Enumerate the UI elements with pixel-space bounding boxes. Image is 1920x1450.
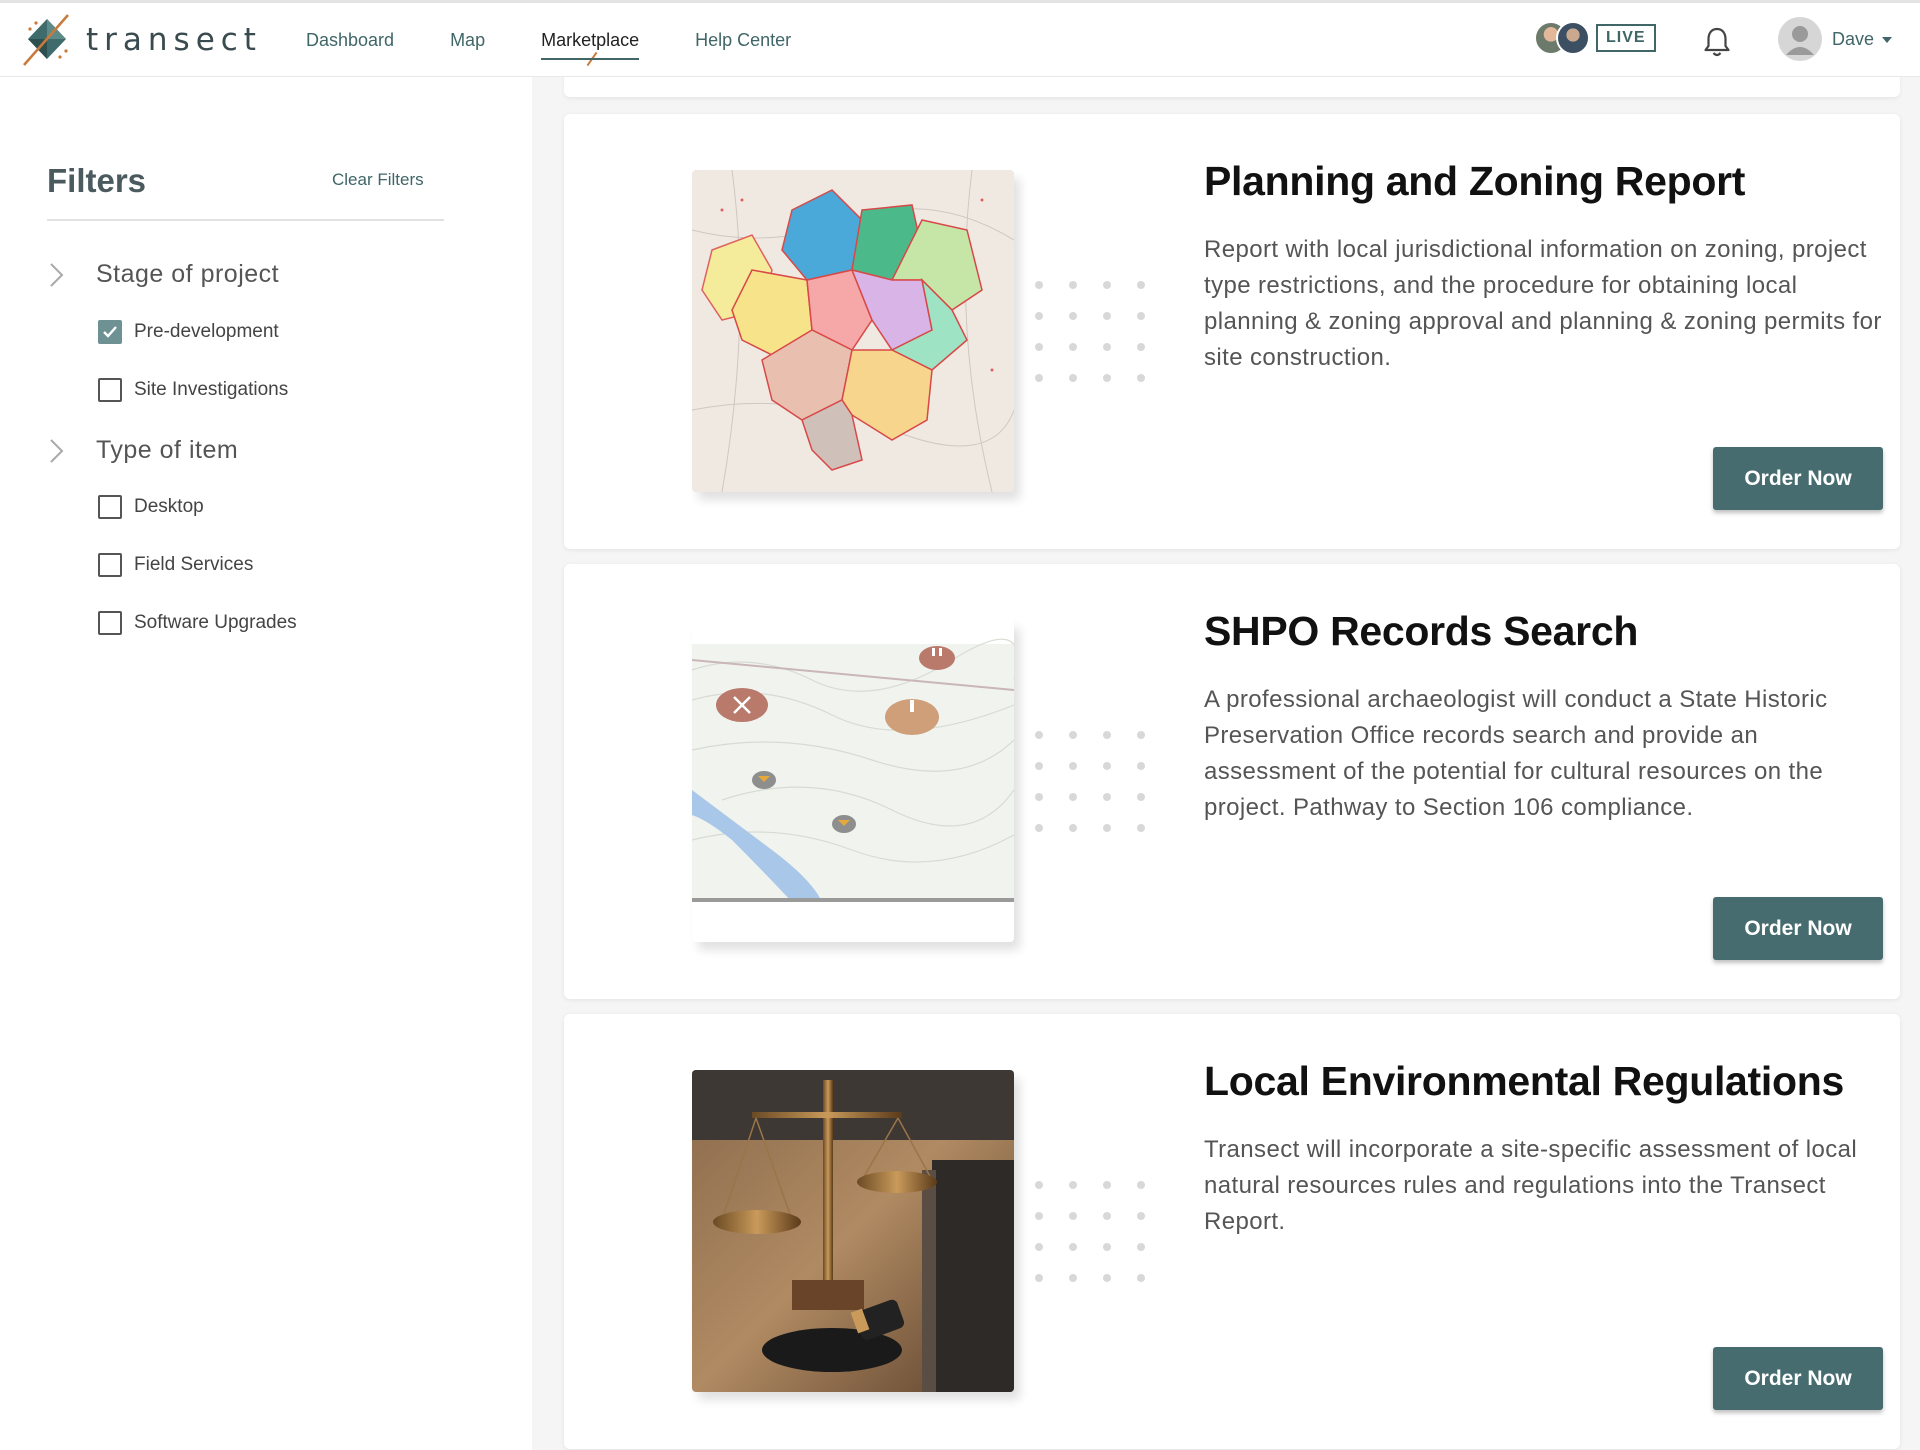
filter-group-label: Type of item	[96, 436, 239, 464]
order-now-button[interactable]: Order Now	[1713, 897, 1883, 960]
decorative-dots	[1035, 1181, 1145, 1282]
product-image-zoning-map	[692, 170, 1014, 492]
scales-of-justice-photo	[692, 1070, 1014, 1392]
filter-group-label: Stage of project	[96, 260, 280, 288]
product-title: SHPO Records Search	[1204, 608, 1639, 654]
filter-group-type-of-item[interactable]: Type of item	[47, 436, 238, 465]
filter-option-pre-development[interactable]: Pre-development	[98, 320, 279, 344]
product-description: Transect will incorporate a site-specifi…	[1204, 1136, 1858, 1235]
filter-option-label: Software Upgrades	[134, 612, 297, 633]
chevron-right-icon	[50, 438, 64, 463]
nav-help-center-label: Help Center	[695, 29, 792, 50]
nav-map-label: Map	[450, 29, 486, 50]
zoning-map-image	[692, 170, 1014, 492]
product-description: Report with local jurisdictional informa…	[1204, 236, 1882, 371]
order-now-button[interactable]: Order Now	[1713, 1347, 1883, 1410]
checkbox-checked[interactable]	[98, 320, 122, 344]
logo-text: transect	[86, 22, 262, 58]
filter-option-desktop[interactable]: Desktop	[98, 495, 204, 519]
product-title: Local Environmental Regulations	[1204, 1058, 1844, 1104]
nav-dashboard[interactable]: Dashboard	[306, 3, 394, 77]
nav-marketplace[interactable]: Marketplace	[541, 3, 640, 77]
logo[interactable]: transect	[20, 13, 262, 67]
product-card: SHPO Records Search A professional archa…	[564, 564, 1900, 999]
bell-icon[interactable]	[1702, 26, 1732, 58]
product-list: Planning and Zoning Report Report with l…	[532, 69, 1920, 1450]
filters-sidebar: Filters Clear Filters Stage of project P…	[0, 77, 532, 1450]
chevron-down-icon	[1882, 37, 1893, 43]
nav-dashboard-label: Dashboard	[306, 29, 395, 50]
user-avatar	[1778, 17, 1822, 61]
user-name: Dave	[1832, 28, 1875, 49]
logo-icon	[23, 14, 69, 66]
filter-option-label: Field Services	[134, 554, 254, 575]
product-image-scales-of-justice	[692, 1070, 1014, 1392]
product-title: Planning and Zoning Report	[1204, 158, 1746, 204]
nav-help-center[interactable]: Help Center	[695, 3, 791, 77]
chevron-right-icon	[50, 262, 64, 287]
product-card: Planning and Zoning Report Report with l…	[564, 114, 1900, 549]
filter-option-label: Pre-development	[134, 321, 279, 342]
filter-option-label: Site Investigations	[134, 379, 289, 400]
product-description: A professional archaeologist will conduc…	[1204, 686, 1828, 821]
topographic-map-image	[692, 620, 1014, 942]
nav-marketplace-label: Marketplace	[541, 29, 640, 50]
order-now-button[interactable]: Order Now	[1713, 447, 1883, 510]
decorative-dots	[1035, 731, 1145, 832]
checkbox[interactable]	[98, 611, 122, 635]
collaborator-avatar[interactable]	[1556, 21, 1590, 55]
filter-option-field-services[interactable]: Field Services	[98, 553, 253, 577]
live-collaborators[interactable]: LIVE	[1534, 21, 1656, 55]
filter-group-stage-of-project[interactable]: Stage of project	[47, 260, 279, 289]
filter-option-software-upgrades[interactable]: Software Upgrades	[98, 611, 297, 635]
user-menu[interactable]: Dave	[1778, 17, 1893, 61]
checkbox[interactable]	[98, 553, 122, 577]
checkmark-icon	[103, 326, 117, 338]
top-navbar: transect Dashboard Map Marketplace Help …	[0, 0, 1920, 77]
checkbox[interactable]	[98, 378, 122, 402]
decorative-dots	[1035, 281, 1145, 382]
checkbox[interactable]	[98, 495, 122, 519]
product-card: Local Environmental Regulations Transect…	[564, 1014, 1900, 1449]
main-nav: Dashboard Map Marketplace Help Center	[306, 3, 847, 77]
nav-map[interactable]: Map	[450, 3, 485, 77]
filter-option-site-investigations[interactable]: Site Investigations	[98, 378, 288, 402]
filter-option-label: Desktop	[134, 496, 204, 517]
divider	[47, 219, 444, 221]
live-badge: LIVE	[1596, 24, 1656, 52]
product-image-topographic-map	[692, 620, 1014, 942]
clear-filters-link[interactable]: Clear Filters	[332, 170, 424, 190]
filters-title: Filters	[47, 162, 147, 199]
active-tab-accent	[586, 51, 598, 67]
